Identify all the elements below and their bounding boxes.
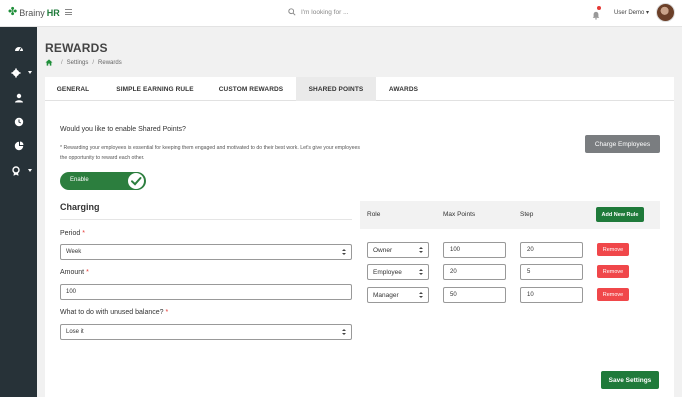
sidebar-item-dashboard[interactable] — [0, 42, 37, 56]
step-input[interactable]: 10 — [520, 287, 583, 303]
breadcrumb-settings[interactable]: Settings — [67, 60, 89, 66]
column-role: Role — [367, 211, 381, 218]
user-menu[interactable]: User Demo ▾ — [614, 9, 649, 16]
amount-label-text: Amount — [60, 269, 85, 276]
period-label: Period * — [60, 230, 85, 237]
sidebar — [0, 27, 37, 397]
menu-toggle-icon[interactable] — [65, 9, 72, 15]
tab-general[interactable]: GENERAL — [45, 77, 101, 101]
select-arrows-icon — [419, 247, 424, 254]
page-title: REWARDS — [45, 41, 108, 55]
top-bar: ✤ Brainy HR I'm looking for ... User Dem… — [0, 0, 682, 27]
unused-balance-label: What to do with unused balance? * — [60, 309, 168, 316]
remove-rule-button[interactable]: Remove — [597, 243, 629, 256]
unused-balance-label-text: What to do with unused balance? — [60, 309, 164, 316]
amount-label: Amount * — [60, 269, 89, 276]
sidebar-item-users[interactable] — [0, 91, 37, 105]
toggle-knob — [127, 172, 145, 190]
save-settings-button[interactable]: Save Settings — [601, 371, 659, 389]
max-points-input[interactable]: 50 — [443, 287, 506, 303]
role-select[interactable]: Employee — [367, 264, 429, 280]
tab-shared-points[interactable]: SHARED POINTS — [296, 77, 376, 101]
dashboard-icon — [15, 47, 23, 52]
breadcrumb: / Settings / Rewards — [45, 59, 122, 66]
rewards-card: GENERAL SIMPLE EARNING RULE CUSTOM REWAR… — [45, 77, 674, 397]
search-bar[interactable]: I'm looking for ... — [288, 8, 348, 16]
tab-custom-rewards[interactable]: CUSTOM REWARDS — [208, 77, 294, 101]
required-mark: * — [82, 230, 85, 237]
chevron-down-icon — [28, 169, 32, 172]
user-icon — [15, 93, 23, 103]
role-select[interactable]: Owner — [367, 242, 429, 258]
sidebar-item-time[interactable] — [0, 115, 37, 129]
sidebar-item-rewards[interactable] — [0, 164, 37, 178]
role-value: Employee — [373, 268, 402, 276]
select-arrows-icon — [342, 249, 347, 256]
amount-input[interactable]: 100 — [60, 284, 352, 300]
clover-logo-icon: ✤ — [8, 6, 18, 18]
period-select[interactable]: Week — [60, 244, 352, 260]
required-mark: * — [86, 269, 89, 276]
sidebar-item-settings[interactable] — [0, 66, 37, 80]
tab-simple-earning-rule[interactable]: SIMPLE EARNING RULE — [104, 77, 206, 101]
column-step: Step — [520, 211, 534, 218]
required-mark: * — [165, 309, 169, 316]
period-select-value: Week — [66, 249, 82, 255]
notifications-button[interactable] — [592, 6, 601, 25]
role-value: Manager — [373, 291, 399, 299]
avatar[interactable] — [656, 3, 675, 22]
brand-name-left: Brainy — [19, 7, 45, 18]
tab-awards[interactable]: AWARDS — [378, 77, 429, 101]
select-arrows-icon — [419, 269, 424, 276]
sidebar-item-reports[interactable] — [0, 139, 37, 153]
notification-dot — [597, 6, 601, 10]
rules-table-header: Role Max Points Step Add New Rule — [360, 201, 660, 229]
select-arrows-icon — [342, 329, 347, 336]
gear-icon — [11, 68, 21, 78]
shared-points-note: * Rewarding your employees is essential … — [60, 145, 361, 161]
max-points-input[interactable]: 20 — [443, 264, 506, 280]
remove-rule-button[interactable]: Remove — [597, 265, 629, 278]
enable-toggle[interactable]: Enable — [60, 172, 146, 190]
bell-icon — [592, 11, 600, 20]
period-label-text: Period — [60, 230, 81, 237]
step-input[interactable]: 5 — [520, 264, 583, 280]
pie-chart-icon — [14, 141, 24, 151]
step-input[interactable]: 20 — [520, 242, 583, 258]
brand-name-right: HR — [46, 7, 60, 18]
unused-balance-select[interactable]: Lose it — [60, 324, 352, 340]
charging-title: Charging — [60, 202, 100, 212]
max-points-input[interactable]: 100 — [443, 242, 506, 258]
clock-icon — [14, 117, 24, 127]
divider — [60, 219, 352, 220]
toggle-label: Enable — [70, 177, 89, 183]
tab-bar: GENERAL SIMPLE EARNING RULE CUSTOM REWAR… — [45, 77, 674, 101]
award-icon — [12, 166, 20, 176]
breadcrumb-rewards: Rewards — [98, 59, 122, 66]
checkmark-icon — [131, 177, 142, 186]
brand-logo[interactable]: ✤ Brainy HR — [8, 7, 60, 18]
breadcrumb-separator: / — [61, 59, 63, 66]
remove-rule-button[interactable]: Remove — [597, 288, 629, 301]
role-value: Owner — [373, 246, 393, 254]
add-new-rule-button[interactable]: Add New Rule — [596, 207, 644, 222]
select-arrows-icon — [419, 292, 424, 299]
role-select[interactable]: Manager — [367, 287, 429, 303]
home-icon[interactable] — [45, 59, 53, 66]
column-max-points: Max Points — [443, 211, 476, 218]
charge-employees-button[interactable]: Charge Employees — [585, 135, 660, 153]
search-icon — [288, 8, 296, 16]
enable-question: Would you like to enable Shared Points? — [60, 126, 186, 133]
chevron-down-icon — [28, 71, 32, 74]
unused-balance-value: Lose it — [66, 329, 84, 335]
search-placeholder: I'm looking for ... — [301, 8, 349, 16]
breadcrumb-separator: / — [92, 59, 95, 66]
